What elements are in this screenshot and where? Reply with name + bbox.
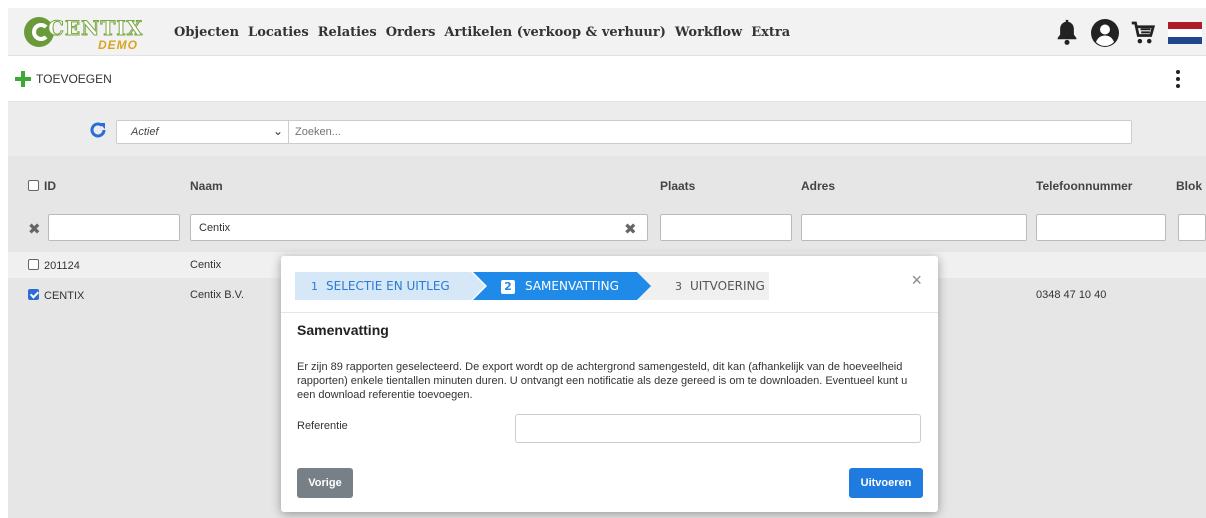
reference-label: Referentie bbox=[297, 420, 348, 432]
nav-relaties[interactable]: Relaties bbox=[318, 25, 377, 40]
step-samenvatting[interactable]: 2 SAMENVATTING bbox=[473, 272, 651, 300]
step-uitvoering[interactable]: 3 UITVOERING bbox=[639, 272, 769, 300]
select-all-checkbox[interactable] bbox=[28, 180, 39, 191]
step-selectie[interactable]: 1 SELECTIE EN UITLEG bbox=[295, 272, 485, 300]
top-icons bbox=[1044, 18, 1206, 48]
row-id: 201124 bbox=[28, 259, 80, 272]
previous-button[interactable]: Vorige bbox=[297, 468, 353, 498]
close-icon[interactable]: × bbox=[911, 270, 922, 291]
step-label: UITVOERING bbox=[690, 279, 765, 293]
step-number: 2 bbox=[501, 280, 515, 294]
flag-nl-icon[interactable] bbox=[1168, 22, 1202, 44]
plus-icon bbox=[14, 70, 32, 88]
divider bbox=[281, 312, 938, 313]
nav-orders[interactable]: Orders bbox=[386, 25, 436, 40]
nav-artikelen[interactable]: Artikelen (verkoop & verhuur) bbox=[444, 25, 665, 40]
filter-bar: Actief ⌄ bbox=[8, 102, 1206, 156]
add-button-label: TOEVOEGEN bbox=[36, 72, 112, 86]
chevron-down-icon: ⌄ bbox=[272, 124, 283, 138]
column-adres[interactable]: Adres bbox=[801, 179, 835, 193]
column-telefoonnummer[interactable]: Telefoonnummer bbox=[1036, 179, 1132, 193]
clear-filters-icon[interactable]: ✖ bbox=[28, 220, 41, 238]
clear-naam-filter-icon[interactable]: ✖ bbox=[624, 220, 637, 238]
bell-icon[interactable] bbox=[1052, 18, 1082, 48]
row-checkbox[interactable] bbox=[28, 289, 39, 300]
step-label: SELECTIE EN UITLEG bbox=[326, 279, 450, 293]
execute-button[interactable]: Uitvoeren bbox=[849, 468, 923, 498]
search-input[interactable] bbox=[288, 120, 1132, 144]
nav-objecten[interactable]: Objecten bbox=[174, 25, 239, 40]
filter-blok-input[interactable] bbox=[1178, 214, 1206, 241]
filter-plaats-input[interactable] bbox=[660, 214, 792, 241]
row-naam: Centix bbox=[190, 259, 222, 271]
centix-logo[interactable]: CENTIX DEMO bbox=[22, 14, 152, 52]
column-id[interactable]: ID bbox=[28, 179, 56, 193]
filter-naam-input[interactable]: Centix bbox=[190, 214, 648, 241]
cart-icon[interactable] bbox=[1128, 18, 1158, 48]
filter-telefoon-input[interactable] bbox=[1036, 214, 1166, 241]
column-id-label: ID bbox=[44, 179, 56, 193]
column-plaats[interactable]: Plaats bbox=[660, 179, 695, 193]
nav-locaties[interactable]: Locaties bbox=[248, 25, 309, 40]
row-id-value: CENTIX bbox=[44, 290, 85, 302]
user-icon[interactable] bbox=[1090, 18, 1120, 48]
row-checkbox[interactable] bbox=[28, 259, 39, 270]
export-wizard-dialog: 1 SELECTIE EN UITLEG 2 SAMENVATTING 3 UITVO… bbox=[281, 256, 938, 512]
dialog-description: Er zijn 89 rapporten geselecteerd. De ex… bbox=[297, 361, 908, 401]
main-nav: Objecten Locaties Relaties Orders Artike… bbox=[174, 25, 799, 40]
row-id-value: 201124 bbox=[44, 260, 80, 272]
toolbar: TOEVOEGEN bbox=[8, 56, 1206, 102]
nav-workflow[interactable]: Workflow bbox=[675, 25, 742, 40]
row-telefoon: 0348 47 10 40 bbox=[1036, 289, 1107, 301]
nav-extra[interactable]: Extra bbox=[751, 25, 790, 40]
column-blok[interactable]: Blok bbox=[1176, 179, 1202, 193]
table-header: ID Naam Plaats Adres Telefoonnummer Blok bbox=[8, 156, 1206, 206]
refresh-icon[interactable] bbox=[88, 120, 108, 140]
reference-input[interactable] bbox=[515, 414, 921, 443]
add-button[interactable]: TOEVOEGEN bbox=[14, 70, 112, 88]
dialog-title: Samenvatting bbox=[297, 322, 389, 338]
column-filter-row: ✖ Centix ✖ bbox=[8, 206, 1206, 250]
row-id: CENTIX bbox=[28, 289, 84, 302]
status-select[interactable]: Actief ⌄ bbox=[116, 120, 290, 144]
logo-text: CENTIX bbox=[47, 16, 144, 41]
wizard-steps: 1 SELECTIE EN UITLEG 2 SAMENVATTING 3 UITVO… bbox=[295, 272, 775, 300]
step-number: 1 bbox=[311, 280, 318, 293]
logo-demo-label: DEMO bbox=[98, 38, 138, 52]
status-select-value: Actief bbox=[131, 126, 159, 138]
more-options-icon[interactable] bbox=[1174, 68, 1182, 92]
filter-id-input[interactable] bbox=[48, 214, 180, 241]
step-label: SAMENVATTING bbox=[525, 279, 619, 293]
top-navigation-bar: CENTIX DEMO Objecten Locaties Relaties O… bbox=[8, 8, 1206, 56]
step-number: 3 bbox=[675, 280, 682, 293]
filter-adres-input[interactable] bbox=[801, 214, 1027, 241]
row-naam: Centix B.V. bbox=[190, 289, 245, 301]
column-naam[interactable]: Naam bbox=[190, 179, 223, 193]
